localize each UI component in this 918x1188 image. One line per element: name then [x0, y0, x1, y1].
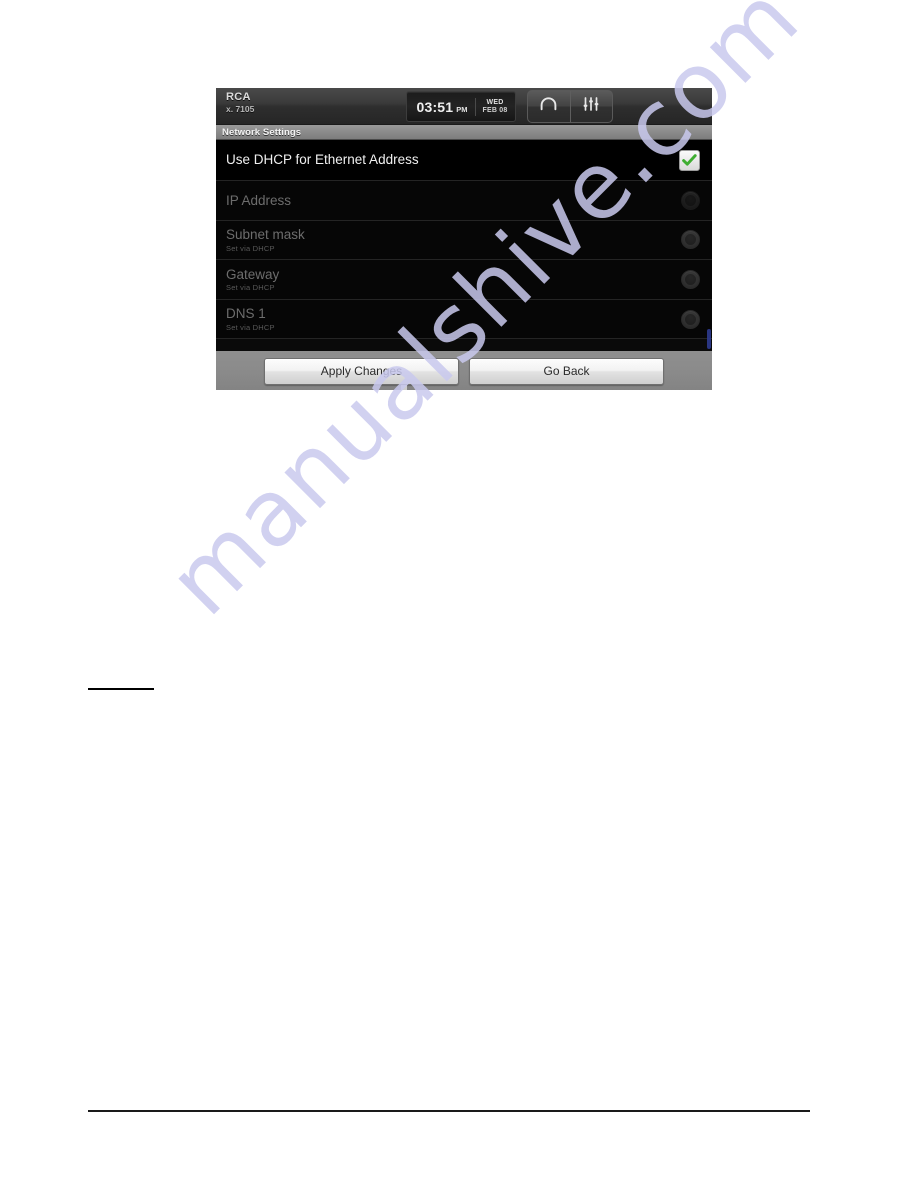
- clock-month-day: FEB 08: [482, 106, 508, 114]
- row-title: Subnet mask: [226, 227, 305, 242]
- settings-list: Use DHCP for Ethernet Address IP Address…: [216, 140, 712, 351]
- device-screenshot: RCA x. 7105 03:51 PM WED FEB 08 Network …: [216, 88, 712, 390]
- brand-extension: x. 7105: [226, 103, 255, 114]
- headphone-icon: [539, 97, 558, 116]
- clock-time: 03:51: [416, 98, 454, 115]
- settings-row-use-dhcp[interactable]: Use DHCP for Ethernet Address: [216, 140, 712, 181]
- go-back-button[interactable]: Go Back: [469, 357, 664, 385]
- row-subtitle: Set via DHCP: [226, 283, 275, 293]
- settings-row-ip-address[interactable]: IP Address: [216, 181, 712, 221]
- equalizer-icon: [582, 97, 600, 116]
- cursor-artifact: [401, 385, 407, 390]
- network-settings-title-bar: Network Settings: [216, 125, 712, 140]
- equalizer-button[interactable]: [569, 91, 613, 122]
- page-footer-rule: [88, 1110, 810, 1112]
- row-text-group: Use DHCP for Ethernet Address: [226, 152, 679, 168]
- row-subtitle: Set via DHCP: [226, 322, 275, 332]
- apply-changes-label: Apply Changes: [320, 364, 403, 378]
- row-subtitle: Set via DHCP: [226, 243, 275, 253]
- row-text-group: IP Address: [226, 193, 681, 209]
- gateway-indicator: [681, 269, 700, 289]
- check-icon: [682, 153, 697, 167]
- headphone-button[interactable]: [528, 91, 570, 122]
- go-back-label: Go Back: [543, 364, 590, 378]
- subnet-mask-indicator: [681, 230, 700, 250]
- ip-address-indicator: [681, 190, 700, 210]
- brand-name: RCA: [226, 91, 251, 103]
- row-text-group: Subnet mask Set via DHCP: [226, 227, 681, 253]
- page-rule-short: [88, 688, 154, 690]
- clock-day-of-week: WED: [486, 98, 504, 106]
- clock-date-group: WED FEB 08: [476, 99, 515, 114]
- dhcp-checkbox[interactable]: [679, 149, 700, 171]
- apply-changes-button[interactable]: Apply Changes: [264, 357, 459, 385]
- settings-row-subnet-mask[interactable]: Subnet mask Set via DHCP: [216, 220, 712, 261]
- list-scrollbar[interactable]: [707, 329, 711, 349]
- page-title: Network Settings: [222, 126, 302, 138]
- row-text-group: Gateway Set via DHCP: [226, 267, 681, 293]
- clock-ampm: PM: [456, 104, 468, 114]
- row-title: Use DHCP for Ethernet Address: [226, 152, 419, 168]
- clock-time-group: 03:51 PM: [407, 99, 475, 115]
- status-icon-bar: [527, 90, 613, 123]
- dns-1-indicator: [681, 309, 700, 329]
- row-title: IP Address: [226, 192, 292, 208]
- device-status-bar: RCA x. 7105 03:51 PM WED FEB 08: [216, 88, 712, 125]
- settings-row-gateway[interactable]: Gateway Set via DHCP: [216, 260, 712, 300]
- settings-row-dns-1[interactable]: DNS 1 Set via DHCP: [216, 299, 712, 340]
- row-text-group: DNS 1 Set via DHCP: [226, 306, 681, 332]
- clock-widget[interactable]: 03:51 PM WED FEB 08: [406, 91, 516, 122]
- brand-block: RCA x. 7105: [226, 91, 255, 114]
- action-button-bar: Apply Changes Go Back: [216, 351, 712, 390]
- row-title: DNS 1: [226, 306, 266, 322]
- row-title: Gateway: [226, 266, 280, 282]
